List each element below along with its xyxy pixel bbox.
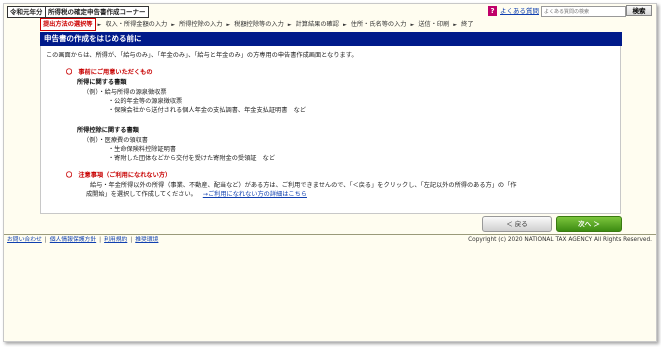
deduction-docs-heading: 所得控除に関する書類 (77, 127, 139, 134)
search-input[interactable] (541, 6, 626, 17)
notes-heading: 〇 注意事項（ご利用になれない方） (66, 172, 172, 179)
copyright: Copyright (c) 2020 NATIONAL TAX AGENCY A… (468, 237, 652, 243)
era-label: 令和元年分 (7, 6, 46, 18)
step-arrow-icon: ► (171, 21, 176, 28)
back-button[interactable]: ＜ 戻る (482, 216, 552, 232)
header: 令和元年分 所得税の確定申告書作成コーナー ? よくある質問 検索 (4, 4, 656, 18)
step-arrow-icon: ► (342, 21, 347, 28)
next-button[interactable]: 次へ ＞ (556, 216, 622, 232)
footer-links: お問い合わせ | 個人情報保護方針 | 利用規約 | 推奨環境 (7, 237, 159, 243)
footer-divider (4, 234, 656, 235)
prep-heading: 〇 事前にご用意いただくもの (66, 69, 153, 76)
income-doc-item: ・保険会社から送付される個人年金の支払調書、年金支払証明書 など (108, 107, 306, 114)
privacy-policy-link[interactable]: 個人情報保護方針 (50, 237, 96, 243)
step-arrow-icon: ► (453, 21, 458, 28)
deduction-doc-item: （例）・医療費の領収書 (83, 137, 148, 144)
notes-text-2: 成開始」を選択して作成してください。 →ご利用になれない方の詳細はこちら (86, 191, 307, 199)
progress-steps: 提出方法の選択等 ► 収入・所得金額の入力 ► 所得控除の入力 ► 税額控除等の… (40, 18, 476, 31)
step-end: 終了 (461, 21, 474, 28)
faq-link[interactable]: よくある質問 (500, 6, 539, 16)
app-frame: 令和元年分 所得税の確定申告書作成コーナー ? よくある質問 検索 提出方法の選… (3, 3, 657, 342)
terms-link[interactable]: 利用規約 (104, 237, 127, 243)
step-arrow-icon: ► (97, 21, 102, 28)
content-panel: この画面からは、所得が、「給与のみ」、「年金のみ」、「給与と年金のみ」の方専用の… (40, 46, 621, 214)
step-income: 収入・所得金額の入力 (105, 21, 168, 28)
intro-text: この画面からは、所得が、「給与のみ」、「年金のみ」、「給与と年金のみ」の方専用の… (46, 52, 358, 59)
deduction-doc-item: ・生命保険料控除証明書 (108, 146, 177, 153)
contact-link[interactable]: お問い合わせ (7, 237, 42, 243)
income-doc-item: （例）・給与所得の源泉徴収票 (83, 89, 167, 96)
step-result: 計算結果の確認 (295, 21, 339, 28)
deduction-doc-item: ・寄附した団体などから交付を受けた寄附金の受領証 など (108, 155, 276, 162)
step-deduction: 所得控除の入力 (179, 21, 223, 28)
corner-title: 所得税の確定申告書作成コーナー (45, 6, 149, 18)
page-title: 申告書の作成をはじめる前に (40, 32, 622, 46)
step-arrow-icon: ► (226, 21, 231, 28)
notes-text-2-body: 成開始」を選択して作成してください。 (86, 191, 197, 198)
income-doc-item: ・公的年金等の源泉徴収票 (108, 98, 183, 105)
notes-text: 給与・年金所得以外の所得（事業、不動産、配当など）がある方は、ご利用できませんの… (90, 182, 517, 189)
step-tax-credit: 税額控除等の入力 (234, 21, 284, 28)
step-send-print: 送信・印刷 (418, 21, 450, 28)
recommended-env-link[interactable]: 推奨環境 (135, 237, 158, 243)
step-arrow-icon: ► (287, 21, 292, 28)
step-address: 住所・氏名等の入力 (350, 21, 407, 28)
income-docs-heading: 所得に関する書類 (77, 79, 127, 86)
search-button[interactable]: 検索 (626, 5, 652, 16)
step-method: 提出方法の選択等 (40, 18, 96, 31)
step-arrow-icon: ► (410, 21, 415, 28)
unavailable-details-link[interactable]: →ご利用になれない方の詳細はこちら (203, 191, 307, 198)
help-icon[interactable]: ? (488, 6, 497, 16)
